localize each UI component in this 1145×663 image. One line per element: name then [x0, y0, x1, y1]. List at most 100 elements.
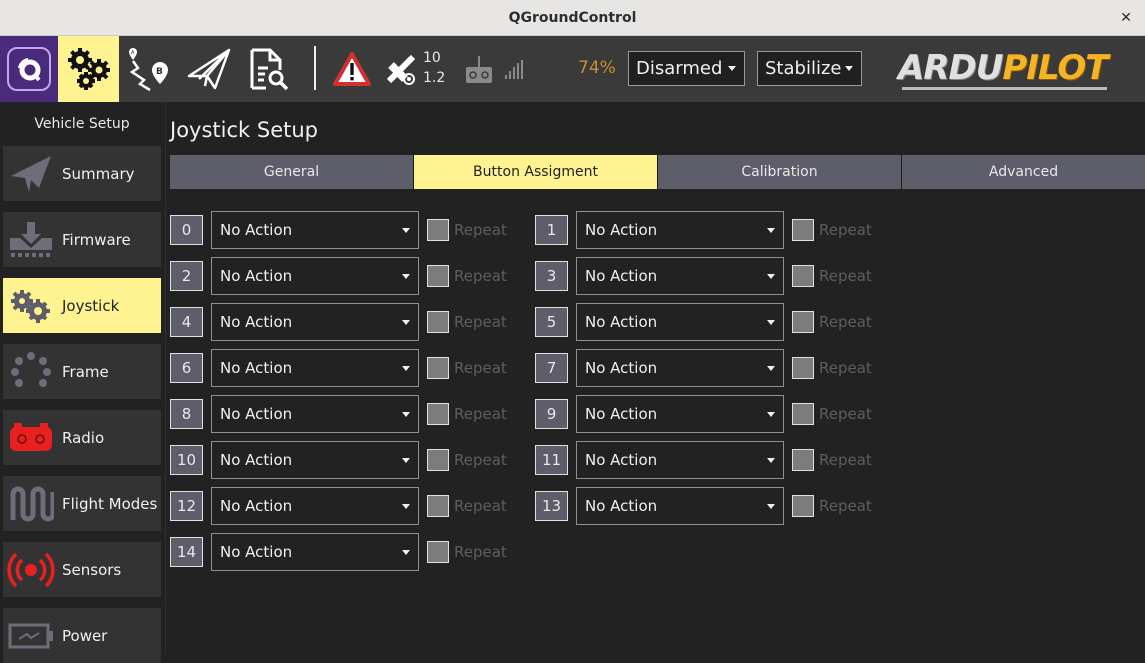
repeat-label: Repeat [454, 221, 507, 239]
repeat-checkbox[interactable] [427, 403, 449, 425]
fly-button[interactable] [184, 36, 234, 102]
button-assignment-row: 13 No Action Repeat [535, 487, 875, 525]
flight-mode-label: Stabilize [765, 58, 842, 79]
sidebar-item-label: Sensors [62, 560, 122, 579]
repeat-checkbox[interactable] [792, 495, 814, 517]
repeat-label: Repeat [819, 313, 872, 331]
button-action-value: No Action [585, 267, 658, 285]
sidebar-item-label: Joystick [62, 296, 120, 315]
plan-button[interactable]: A B [122, 36, 174, 102]
sidebar-heading: Vehicle Setup [34, 116, 130, 132]
button-action-value: No Action [220, 451, 293, 469]
analyze-button[interactable] [245, 36, 293, 102]
close-icon[interactable]: ✕ [1117, 9, 1135, 27]
sidebar-item-frame[interactable]: Frame [3, 344, 161, 399]
vehicle-setup-sidebar: Vehicle Setup Summary Firmware Joystick … [0, 102, 166, 663]
button-assignment-row: 8 No Action Repeat [170, 395, 510, 433]
button-action-dropdown[interactable]: No Action [576, 395, 784, 433]
repeat-label: Repeat [819, 497, 872, 515]
button-number: 5 [535, 307, 568, 337]
button-action-dropdown[interactable]: No Action [211, 211, 419, 249]
repeat-checkbox[interactable] [792, 357, 814, 379]
flight-mode-dropdown[interactable]: Stabilize [757, 51, 862, 86]
repeat-label: Repeat [454, 267, 507, 285]
repeat-label: Repeat [454, 359, 507, 377]
button-action-dropdown[interactable]: No Action [211, 349, 419, 387]
repeat-label: Repeat [819, 221, 872, 239]
button-action-dropdown[interactable]: No Action [211, 395, 419, 433]
tab-button-assignment[interactable]: Button Assigment [414, 155, 658, 189]
chevron-down-icon [767, 458, 775, 463]
battery-percent[interactable]: 74% [578, 58, 616, 78]
sidebar-item-joystick[interactable]: Joystick [3, 278, 161, 333]
repeat-checkbox[interactable] [427, 541, 449, 563]
chevron-down-icon [402, 504, 410, 509]
repeat-label: Repeat [454, 405, 507, 423]
button-action-value: No Action [585, 221, 658, 239]
button-action-value: No Action [220, 543, 293, 561]
button-action-dropdown[interactable]: No Action [211, 441, 419, 479]
button-action-dropdown[interactable]: No Action [576, 211, 784, 249]
button-number: 4 [170, 307, 203, 337]
button-action-dropdown[interactable]: No Action [211, 533, 419, 571]
button-action-dropdown[interactable]: No Action [576, 303, 784, 341]
button-number: 8 [170, 399, 203, 429]
button-action-dropdown[interactable]: No Action [576, 487, 784, 525]
repeat-checkbox[interactable] [427, 449, 449, 471]
repeat-checkbox[interactable] [427, 311, 449, 333]
button-number: 2 [170, 261, 203, 291]
button-action-dropdown[interactable]: No Action [576, 441, 784, 479]
warning-icon [333, 52, 371, 86]
repeat-checkbox[interactable] [427, 495, 449, 517]
main-toolbar: A B 10 1.2 74% Disarmed Stabilize ARDUPI… [0, 36, 1145, 102]
tab-advanced[interactable]: Advanced [902, 155, 1145, 189]
button-number: 7 [535, 353, 568, 383]
vehicle-setup-gears-icon [67, 48, 110, 90]
button-action-value: No Action [585, 313, 658, 331]
button-assignment-row: 10 No Action Repeat [170, 441, 510, 479]
repeat-checkbox[interactable] [427, 265, 449, 287]
sidebar-item-summary[interactable]: Summary [3, 146, 161, 201]
tab-calibration[interactable]: Calibration [658, 155, 902, 189]
button-action-value: No Action [585, 497, 658, 515]
button-number: 12 [170, 491, 203, 521]
rc-transmitter-icon [466, 56, 492, 83]
button-assignment-row: 11 No Action Repeat [535, 441, 875, 479]
sidebar-item-flight-modes[interactable]: Flight Modes [3, 476, 161, 531]
button-action-value: No Action [220, 405, 293, 423]
chevron-down-icon [402, 320, 410, 325]
repeat-label: Repeat [454, 543, 507, 561]
repeat-checkbox[interactable] [792, 219, 814, 241]
button-action-dropdown[interactable]: No Action [211, 303, 419, 341]
toolbar-divider [314, 46, 316, 90]
repeat-checkbox[interactable] [427, 357, 449, 379]
button-action-dropdown[interactable]: No Action [211, 257, 419, 295]
button-action-dropdown[interactable]: No Action [576, 257, 784, 295]
rc-status-button[interactable] [462, 36, 496, 102]
repeat-checkbox[interactable] [792, 311, 814, 333]
vehicle-setup-button[interactable] [58, 36, 119, 102]
arm-state-dropdown[interactable]: Disarmed [628, 51, 745, 86]
sidebar-item-firmware[interactable]: Firmware [3, 212, 161, 267]
sidebar-item-power[interactable]: Power [3, 608, 161, 663]
brand-text-pilot: PILOT [1002, 48, 1108, 88]
repeat-checkbox[interactable] [792, 449, 814, 471]
button-number: 3 [535, 261, 568, 291]
button-action-dropdown[interactable]: No Action [211, 487, 419, 525]
button-action-value: No Action [220, 313, 293, 331]
button-action-dropdown[interactable]: No Action [576, 349, 784, 387]
repeat-checkbox[interactable] [427, 219, 449, 241]
messages-warning-button[interactable] [330, 36, 374, 102]
sidebar-item-radio[interactable]: Radio [3, 410, 161, 465]
gps-status-button[interactable] [382, 36, 420, 102]
tab-general[interactable]: General [170, 155, 414, 189]
sidebar-item-sensors[interactable]: Sensors [3, 542, 161, 597]
button-number: 1 [535, 215, 568, 245]
brand-underline [902, 87, 1108, 90]
repeat-checkbox[interactable] [792, 403, 814, 425]
repeat-checkbox[interactable] [792, 265, 814, 287]
button-number: 14 [170, 537, 203, 567]
qgc-logo-button[interactable] [0, 36, 58, 102]
button-assignment-row: 5 No Action Repeat [535, 303, 875, 341]
brand-text-ardu: ARDU [898, 48, 1003, 88]
